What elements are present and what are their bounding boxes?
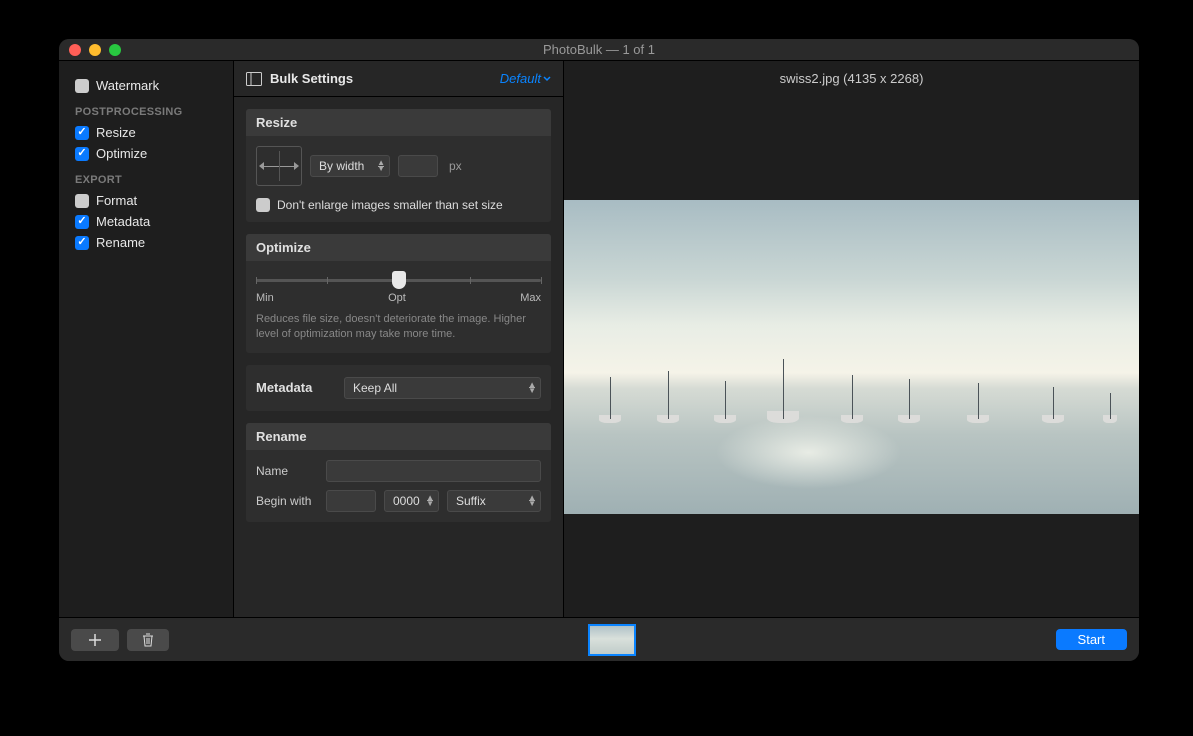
slider-opt-label: Opt [388,292,406,304]
section-rename: Rename Name Begin with 0000 ▲▼ [246,423,551,522]
close-icon[interactable] [69,44,81,56]
window-title: PhotoBulk — 1 of 1 [59,42,1139,57]
metadata-select[interactable]: Keep All ▲▼ [344,377,541,399]
settings-title: Bulk Settings [270,71,500,86]
resize-mode-select[interactable]: By width ▲▼ [310,155,390,177]
settings-body: Resize By width ▲▼ px [234,97,563,617]
sidebar-item-label: Metadata [96,214,150,229]
sidebar-item-label: Resize [96,125,136,140]
resize-mode-value: By width [310,155,390,177]
thumbnail-strip [177,624,1048,656]
optimize-slider[interactable] [256,271,541,286]
rename-name-label: Name [256,464,318,478]
sidebar-item-optimize[interactable]: Optimize [71,143,221,164]
app-window: PhotoBulk — 1 of 1 Watermark POSTPROCESS… [59,39,1139,661]
sidebar-item-watermark[interactable]: Watermark [71,75,221,96]
checkbox-resize[interactable] [75,126,89,140]
trash-icon [142,633,154,647]
sidebar: Watermark POSTPROCESSING Resize Optimize… [59,61,234,617]
section-rename-title: Rename [246,423,551,450]
preset-label: Default [500,71,541,86]
start-button[interactable]: Start [1056,629,1127,650]
preset-dropdown[interactable]: Default [500,71,551,86]
section-metadata: Metadata Keep All ▲▼ [246,365,551,411]
sidebar-item-label: Format [96,193,137,208]
sidebar-section-postprocessing: POSTPROCESSING [71,96,221,122]
rename-name-input[interactable] [326,460,541,482]
rename-counter-select[interactable]: 0000 ▲▼ [384,490,439,512]
rename-counter-value: 0000 [384,490,439,512]
rename-suffix-value: Suffix [447,490,541,512]
rename-begin-label: Begin with [256,494,318,508]
settings-header: Bulk Settings Default [234,61,563,97]
checkbox-watermark[interactable] [75,79,89,93]
rename-suffix-select[interactable]: Suffix ▲▼ [447,490,541,512]
sidebar-item-label: Watermark [96,78,159,93]
slider-min-label: Min [256,292,274,304]
rename-begin-input[interactable] [326,490,376,512]
checkbox-metadata[interactable] [75,215,89,229]
sidebar-layout-icon[interactable] [246,72,262,86]
resize-dimension-icon[interactable] [256,146,302,186]
section-resize: Resize By width ▲▼ px [246,109,551,222]
preview-image [564,200,1139,514]
section-resize-title: Resize [246,109,551,136]
preview-image-container [564,96,1139,617]
section-optimize: Optimize [246,234,551,353]
preview-panel: swiss2.jpg (4135 x 2268) [564,61,1139,617]
checkbox-format[interactable] [75,194,89,208]
sidebar-item-format[interactable]: Format [71,190,221,211]
start-button-label: Start [1078,632,1105,647]
sidebar-item-label: Rename [96,235,145,250]
metadata-label: Metadata [256,380,326,395]
fullscreen-icon[interactable] [109,44,121,56]
slider-max-label: Max [520,292,541,304]
dont-enlarge-label: Don't enlarge images smaller than set si… [277,198,503,212]
checkbox-optimize[interactable] [75,147,89,161]
sidebar-item-rename[interactable]: Rename [71,232,221,253]
sidebar-section-export: EXPORT [71,164,221,190]
minimize-icon[interactable] [89,44,101,56]
content: Watermark POSTPROCESSING Resize Optimize… [59,61,1139,617]
traffic-lights [59,44,121,56]
resize-unit-label: px [449,159,462,173]
titlebar: PhotoBulk — 1 of 1 [59,39,1139,61]
checkbox-rename[interactable] [75,236,89,250]
bottombar: Start [59,617,1139,661]
checkbox-dont-enlarge[interactable] [256,198,270,212]
optimize-description: Reduces file size, doesn't deteriorate t… [256,312,541,343]
plus-icon [88,633,102,647]
sidebar-item-resize[interactable]: Resize [71,122,221,143]
resize-width-input[interactable] [398,155,438,177]
chevron-down-icon [543,76,551,82]
add-button[interactable] [71,629,119,651]
delete-button[interactable] [127,629,169,651]
section-optimize-title: Optimize [246,234,551,261]
sidebar-item-metadata[interactable]: Metadata [71,211,221,232]
metadata-value: Keep All [344,377,541,399]
preview-filename: swiss2.jpg (4135 x 2268) [564,61,1139,96]
slider-thumb[interactable] [392,271,406,289]
thumbnail-selected[interactable] [588,624,636,656]
settings-panel: Bulk Settings Default Resize [234,61,564,617]
sidebar-item-label: Optimize [96,146,147,161]
